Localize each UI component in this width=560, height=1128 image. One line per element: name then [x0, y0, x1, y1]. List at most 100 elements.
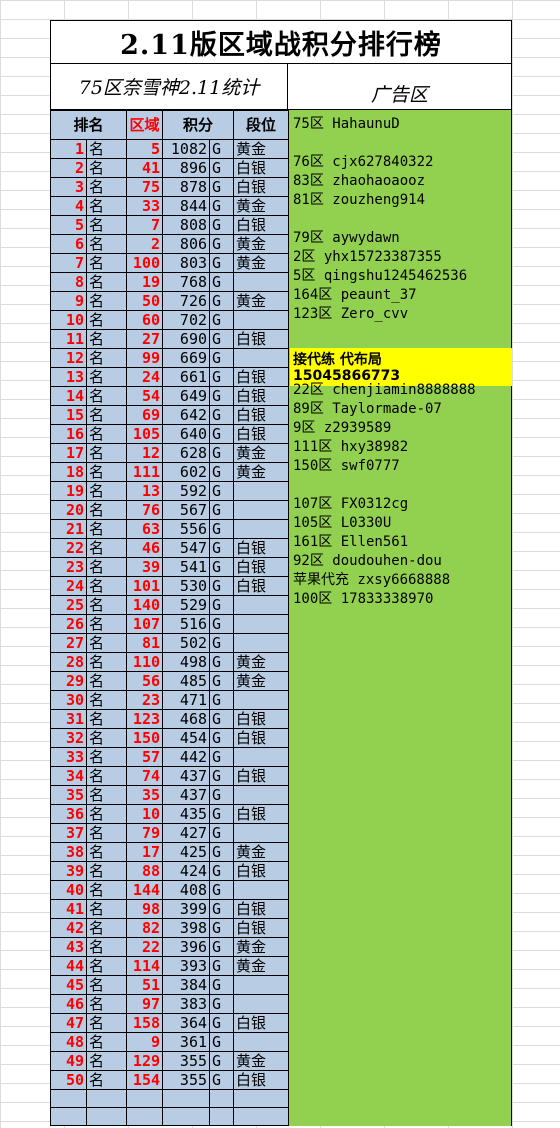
unit-cell: G — [209, 253, 235, 273]
ad-line: 75区 HahaunuD — [293, 116, 400, 132]
unit-cell: G — [209, 557, 235, 577]
tier-cell: 白银 — [233, 1013, 290, 1033]
table-row: 43 名 22 396 G 黄金 — [50, 937, 290, 957]
zone-cell: 5 — [126, 139, 164, 159]
ad-line: 9区 z2939589 — [293, 420, 392, 436]
score-cell: 355 — [162, 1070, 211, 1090]
table-row: 40 名 144 408 G — [50, 880, 290, 900]
score-cell: 529 — [162, 595, 211, 615]
header-tier: 段位 — [233, 110, 290, 140]
zone-cell: 110 — [126, 652, 164, 672]
unit-cell: G — [209, 158, 235, 178]
unit-cell: G — [209, 899, 235, 919]
zone-cell: 69 — [126, 405, 164, 425]
table-row: 13 名 24 661 G 白银 — [50, 367, 290, 387]
table-row: 4 名 33 844 G 黄金 — [50, 196, 290, 216]
zone-cell: 98 — [126, 899, 164, 919]
table-row: 42 名 82 398 G 白银 — [50, 918, 290, 938]
ming-cell: 名 — [85, 310, 128, 330]
tier-cell: 白银 — [233, 386, 290, 406]
score-cell: 393 — [162, 956, 211, 976]
score-cell: 649 — [162, 386, 211, 406]
ad-line: 79区 aywydawn — [293, 230, 400, 246]
rank-cell: 43 — [50, 937, 87, 957]
ming-cell: 名 — [85, 880, 128, 900]
zone-cell: 105 — [126, 424, 164, 444]
score-cell: 471 — [162, 690, 211, 710]
zone-cell: 82 — [126, 918, 164, 938]
ad-area: 接代练 代布局 15045866773 75区 HahaunuD 76区 cjx6… — [288, 110, 512, 1126]
unit-cell: G — [209, 443, 235, 463]
ad-line: 111区 hxy38982 — [293, 439, 409, 455]
rank-cell: 31 — [50, 709, 87, 729]
ming-cell: 名 — [85, 937, 128, 957]
unit-cell: G — [209, 709, 235, 729]
rank-cell: 17 — [50, 443, 87, 463]
unit-cell: G — [209, 1051, 235, 1071]
ad-line: 5区 qingshu1245462536 — [293, 268, 468, 284]
rank-cell: 48 — [50, 1032, 87, 1052]
ming-cell: 名 — [85, 329, 128, 349]
unit-cell: G — [209, 994, 235, 1014]
score-cell: 844 — [162, 196, 211, 216]
table-row: 47 名 158 364 G 白银 — [50, 1013, 290, 1033]
zone-cell: 140 — [126, 595, 164, 615]
tier-cell — [233, 690, 290, 710]
tier-cell: 白银 — [233, 899, 290, 919]
ming-cell: 名 — [85, 1013, 128, 1033]
table-row: 14 名 54 649 G 白银 — [50, 386, 290, 406]
table-row: 16 名 105 640 G 白银 — [50, 424, 290, 444]
score-cell: 516 — [162, 614, 211, 634]
zone-cell: 46 — [126, 538, 164, 558]
tier-cell: 白银 — [233, 538, 290, 558]
rank-cell: 21 — [50, 519, 87, 539]
ming-cell: 名 — [85, 519, 128, 539]
unit-cell: G — [209, 595, 235, 615]
rank-cell: 39 — [50, 861, 87, 881]
table-row: 49 名 129 355 G 黄金 — [50, 1051, 290, 1071]
rank-cell: 30 — [50, 690, 87, 710]
ming-cell: 名 — [85, 595, 128, 615]
zone-cell: 50 — [126, 291, 164, 311]
score-cell: 592 — [162, 481, 211, 501]
ming-cell: 名 — [85, 234, 128, 254]
tier-cell — [233, 614, 290, 634]
ming-cell: 名 — [85, 633, 128, 653]
ming-cell: 名 — [85, 728, 128, 748]
score-cell: 702 — [162, 310, 211, 330]
tier-cell: 黄金 — [233, 291, 290, 311]
score-cell: 485 — [162, 671, 211, 691]
table-row: 48 名 9 361 G — [50, 1032, 290, 1052]
page-title: 2.11版区域战积分排行榜 — [50, 20, 512, 64]
score-cell: 556 — [162, 519, 211, 539]
table-row: 28 名 110 498 G 黄金 — [50, 652, 290, 672]
unit-cell: G — [209, 405, 235, 425]
rank-cell: 34 — [50, 766, 87, 786]
table-row: 12 名 99 669 G — [50, 348, 290, 368]
score-cell: 442 — [162, 747, 211, 767]
ming-cell: 名 — [85, 272, 128, 292]
score-cell: 437 — [162, 766, 211, 786]
unit-cell: G — [209, 918, 235, 938]
ming-cell: 名 — [85, 1032, 128, 1052]
table-row: 37 名 79 427 G — [50, 823, 290, 843]
table-row: 26 名 107 516 G — [50, 614, 290, 634]
rank-cell: 46 — [50, 994, 87, 1014]
unit-cell: G — [209, 652, 235, 672]
table-row: 32 名 150 454 G 白银 — [50, 728, 290, 748]
ming-cell: 名 — [85, 424, 128, 444]
empty-cell — [85, 1089, 128, 1108]
table-row: 38 名 17 425 G 黄金 — [50, 842, 290, 862]
tier-cell: 黄金 — [233, 234, 290, 254]
unit-cell: G — [209, 139, 235, 159]
unit-cell: G — [209, 538, 235, 558]
tier-cell: 白银 — [233, 576, 290, 596]
zone-cell: 144 — [126, 880, 164, 900]
score-cell: 567 — [162, 500, 211, 520]
ranking-table: 排名 区域 积分 段位 1 名 5 1082 G 黄金 2 名 41 896 G 白银 3 名 75 878 G… — [49, 110, 290, 1126]
score-cell: 355 — [162, 1051, 211, 1071]
tier-cell: 黄金 — [233, 956, 290, 976]
empty-cell — [233, 1089, 290, 1108]
table-row: 34 名 74 437 G 白银 — [50, 766, 290, 786]
zone-cell: 27 — [126, 329, 164, 349]
